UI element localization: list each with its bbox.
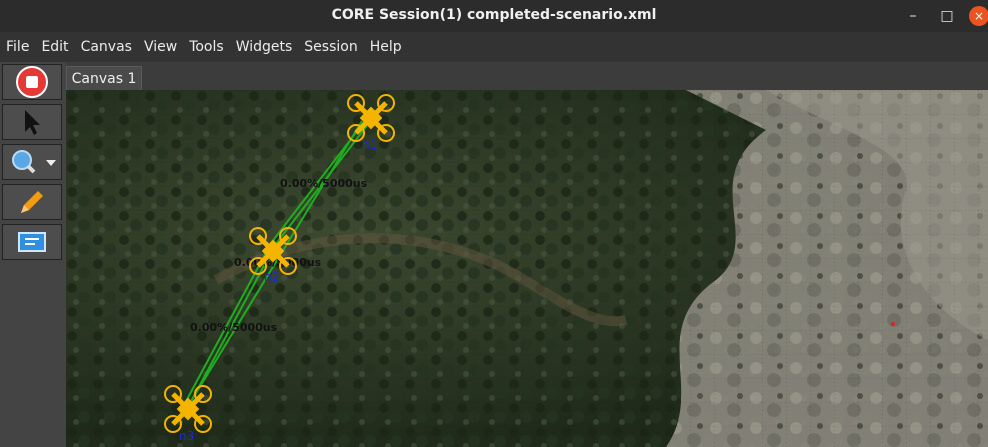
terminal-window-icon <box>18 232 46 252</box>
select-cursor-icon <box>25 110 40 135</box>
tool-palette <box>0 62 66 447</box>
network-canvas[interactable]: 0.00%/5000us 0.00%/5000us 0.00%/5000us n… <box>66 90 988 447</box>
zoom-icon <box>12 150 56 174</box>
menu-widgets[interactable]: Widgets <box>230 32 299 62</box>
minimize-button[interactable]: – <box>898 0 928 32</box>
node-n3[interactable] <box>163 384 213 434</box>
node-n2[interactable] <box>248 226 298 276</box>
draw-tool-button[interactable] <box>2 184 62 220</box>
stop-icon <box>16 66 48 98</box>
tab-canvas-1[interactable]: Canvas 1 <box>66 66 142 90</box>
zoom-tool-button[interactable] <box>2 144 62 180</box>
node-label-n1: n1 <box>362 138 378 152</box>
menu-view[interactable]: View <box>138 32 183 62</box>
drone-icon <box>164 385 212 433</box>
link-label-n2-n3: 0.00%/5000us <box>190 321 278 334</box>
window-title: CORE Session(1) completed-scenario.xml <box>331 7 657 23</box>
drone-icon <box>347 94 395 142</box>
canvas-tab-bar: Canvas 1 <box>66 62 988 90</box>
menu-help[interactable]: Help <box>364 32 408 62</box>
drone-icon <box>249 227 297 275</box>
node-label-n2: n2 <box>264 270 280 284</box>
menu-session[interactable]: Session <box>298 32 363 62</box>
title-bar: CORE Session(1) completed-scenario.xml –… <box>0 0 988 32</box>
run-tool-button[interactable] <box>2 224 62 260</box>
node-label-n3: n3 <box>179 429 195 443</box>
menu-canvas[interactable]: Canvas <box>75 32 138 62</box>
menu-tools[interactable]: Tools <box>183 32 230 62</box>
stop-session-button[interactable] <box>2 64 62 100</box>
marker-dot <box>891 322 895 326</box>
node-n1[interactable] <box>346 93 396 143</box>
menu-bar: File Edit Canvas View Tools Widgets Session Hel… <box>0 32 988 62</box>
pencil-icon <box>21 191 43 213</box>
menu-edit[interactable]: Edit <box>35 32 74 62</box>
menu-file[interactable]: File <box>0 32 35 62</box>
select-tool-button[interactable] <box>2 104 62 140</box>
maximize-button[interactable]: □ <box>932 0 962 32</box>
link-label-n1-n2: 0.00%/5000us <box>280 177 368 190</box>
close-button[interactable]: × <box>969 6 988 26</box>
